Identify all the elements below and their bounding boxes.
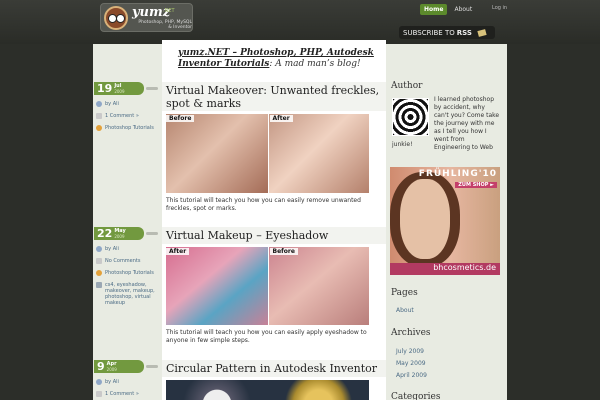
archive-link[interactable]: April 2009 bbox=[396, 372, 427, 379]
author-widget-title: Author bbox=[391, 81, 423, 91]
post-comments: No Comments bbox=[96, 258, 158, 264]
user-icon bbox=[96, 101, 102, 107]
user-icon bbox=[96, 246, 102, 252]
logo-tld: .NET bbox=[163, 8, 175, 14]
blog-tagline: : A mad man’s blog! bbox=[269, 59, 361, 69]
post-tags: cs4, eyeshadow, makeover, makeup, photos… bbox=[96, 282, 158, 306]
author-bio-end: junkie! bbox=[392, 141, 413, 148]
login-link[interactable]: Log in bbox=[492, 5, 507, 11]
site-header bbox=[0, 0, 600, 44]
author-bio: I learned photoshop by accident, why can… bbox=[434, 96, 500, 151]
category-icon bbox=[96, 125, 102, 131]
date-month: Apr bbox=[106, 360, 117, 367]
image-label-after: After bbox=[269, 115, 293, 122]
image-label-before: Before bbox=[166, 115, 195, 122]
post-author: by Ali bbox=[96, 246, 158, 252]
subscribe-rss-button[interactable]: SUBSCRIBE TO RSS bbox=[399, 26, 495, 39]
date-year: 2009 bbox=[106, 366, 117, 372]
post-title[interactable]: Virtual Makeover: Unwanted freckles, spo… bbox=[162, 82, 386, 111]
date-year: 2009 bbox=[114, 233, 125, 239]
ad-brand: bhcosmetics.de bbox=[390, 263, 500, 275]
top-nav: Home About bbox=[420, 3, 479, 15]
archives-widget-title: Archives bbox=[391, 328, 431, 338]
category-icon bbox=[96, 270, 102, 276]
nav-home[interactable]: Home bbox=[420, 3, 448, 15]
post-meta: by Ali 1 Comment » Photoshop Tutorials bbox=[96, 101, 158, 137]
post-meta-column bbox=[93, 44, 162, 400]
page-link-about[interactable]: About bbox=[396, 307, 414, 314]
rss-label: RSS bbox=[456, 28, 472, 37]
advertisement-banner[interactable]: FRÜHLING'10 ZUM SHOP ► bhcosmetics.de bbox=[390, 167, 500, 275]
post-excerpt: This tutorial will teach you how you can… bbox=[166, 329, 367, 344]
post-title[interactable]: Virtual Makeup – Eyeshadow bbox=[162, 227, 386, 244]
date-badge: 19 Jul 2009 bbox=[94, 82, 158, 95]
ad-shop-button[interactable]: ZUM SHOP ► bbox=[455, 182, 497, 188]
ad-model-face bbox=[400, 179, 450, 259]
post-meta: by Ali 1 Comment » bbox=[96, 379, 158, 400]
logo-subtitle: Photoshop, PHP, MySQL & Inventor bbox=[138, 20, 192, 30]
rss-prefix: SUBSCRIBE TO bbox=[403, 28, 455, 37]
comment-icon bbox=[96, 258, 102, 264]
post-excerpt: This tutorial will teach you how you can… bbox=[166, 197, 361, 212]
rss-feed-icon bbox=[477, 28, 487, 37]
date-badge: 22 May 2009 bbox=[94, 227, 158, 240]
date-day: 22 bbox=[97, 227, 113, 240]
categories-widget-title: Categories bbox=[391, 392, 441, 400]
pages-widget-title: Pages bbox=[391, 288, 418, 298]
before-after-freckles-image[interactable]: Before After bbox=[166, 114, 369, 193]
post-category: Photoshop Tutorials bbox=[96, 270, 158, 276]
site-logo[interactable]: yumz .NET Photoshop, PHP, MySQL & Invent… bbox=[100, 3, 193, 32]
post-category: Photoshop Tutorials bbox=[96, 125, 158, 131]
post-comments: 1 Comment » bbox=[96, 391, 158, 397]
circular-pattern-image[interactable] bbox=[166, 380, 369, 400]
date-month: May bbox=[114, 227, 126, 234]
post-comments: 1 Comment » bbox=[96, 113, 158, 119]
comment-icon bbox=[96, 391, 102, 397]
user-icon bbox=[96, 379, 102, 385]
tag-icon bbox=[96, 282, 102, 288]
ad-title: FRÜHLING'10 bbox=[418, 169, 497, 179]
archive-link[interactable]: May 2009 bbox=[396, 360, 426, 367]
nav-about[interactable]: About bbox=[450, 4, 476, 15]
post-meta: by Ali No Comments Photoshop Tutorials c… bbox=[96, 246, 158, 312]
date-day: 9 bbox=[97, 360, 105, 373]
date-day: 19 bbox=[97, 82, 113, 95]
comment-icon bbox=[96, 113, 102, 119]
eyeshadow-before-after-image[interactable]: After Before bbox=[166, 247, 369, 325]
date-year: 2009 bbox=[114, 88, 125, 94]
mascot-logo-icon bbox=[104, 6, 128, 30]
post-author: by Ali bbox=[96, 101, 158, 107]
author-avatar bbox=[392, 98, 429, 136]
archive-link[interactable]: July 2009 bbox=[396, 348, 424, 355]
post-title[interactable]: Circular Pattern in Autodesk Inventor bbox=[162, 360, 386, 377]
blog-intro: yumz.NET – Photoshop, PHP, Autodesk Inve… bbox=[178, 48, 378, 70]
date-badge: 9 Apr 2009 bbox=[94, 360, 158, 373]
post-author: by Ali bbox=[96, 379, 158, 385]
image-label-before: Before bbox=[269, 248, 298, 255]
image-label-after: After bbox=[166, 248, 190, 255]
